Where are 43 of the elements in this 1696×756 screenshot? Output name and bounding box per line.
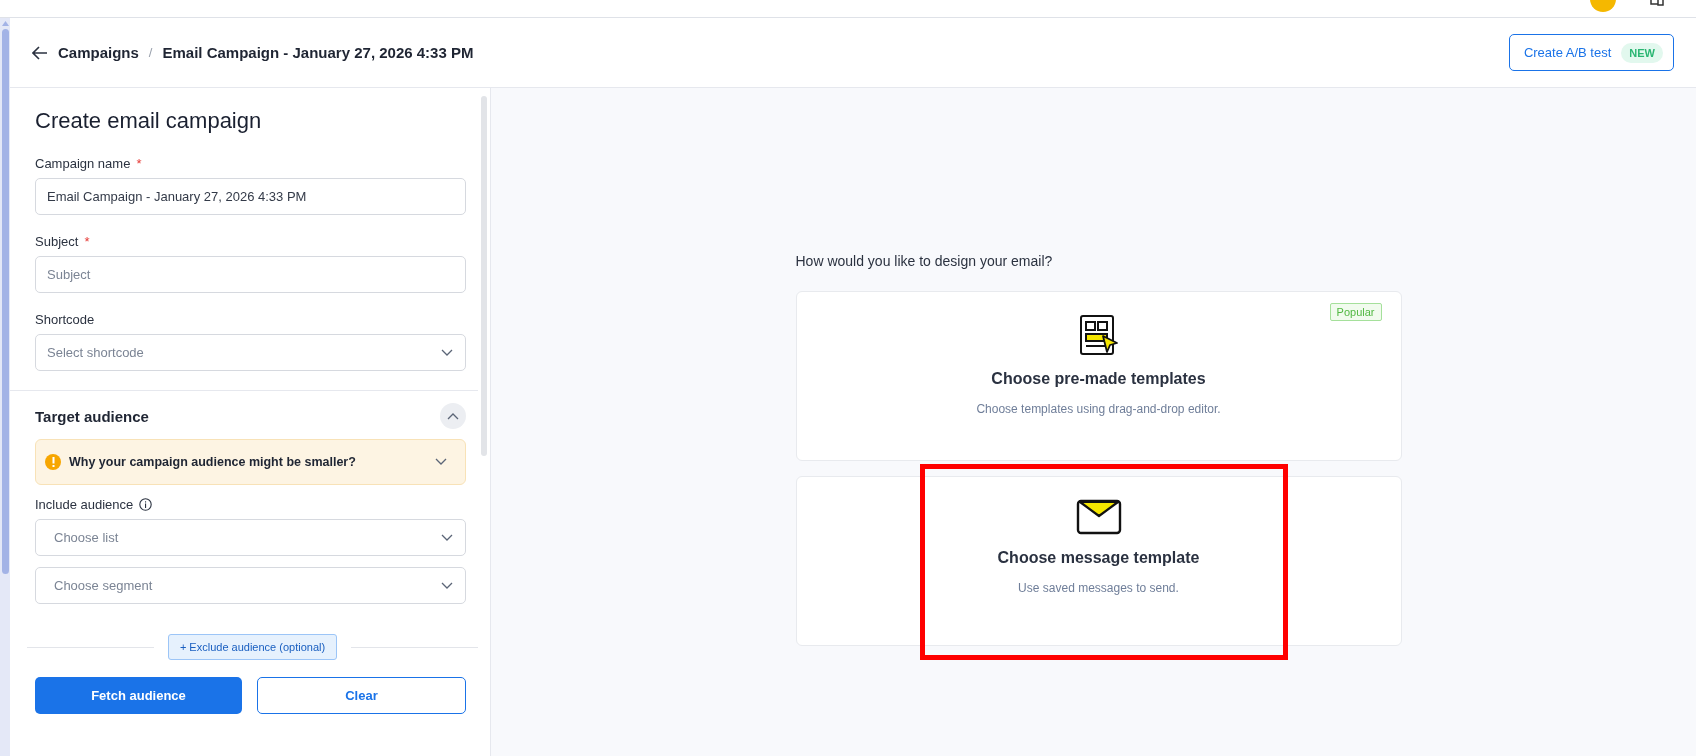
collapse-button[interactable] bbox=[440, 403, 466, 429]
chevron-icon bbox=[435, 458, 447, 466]
chevron-icon bbox=[441, 581, 453, 590]
warning-alert[interactable]: Why your campaign audience might be smaller? bbox=[35, 439, 466, 485]
breadcrumb-link[interactable]: Campaigns bbox=[58, 44, 139, 61]
form-title: Create email campaign bbox=[35, 108, 263, 134]
template-layout-icon bbox=[1078, 314, 1119, 356]
required-mark: * bbox=[136, 156, 142, 171]
scroll-up-icon[interactable] bbox=[1, 21, 9, 26]
section-title: Target audience bbox=[35, 407, 149, 425]
text-field[interactable]: Email Campaign - January 27, 2026 4:33 PM bbox=[35, 178, 466, 215]
popular-badge: Popular bbox=[1329, 303, 1382, 321]
field-label: Campaign name bbox=[35, 156, 131, 171]
envelope-icon bbox=[1075, 499, 1122, 535]
info-icon[interactable] bbox=[139, 498, 153, 511]
fetch-button[interactable]: Fetch audience bbox=[35, 677, 242, 714]
design-option-card[interactable]: Choose pre-made templates Choose templates using drag-and-drop editor. Popular bbox=[795, 291, 1402, 461]
create-ab-test-button[interactable]: Create A/B test NEW bbox=[1508, 34, 1674, 71]
breadcrumb-separator: / bbox=[148, 45, 153, 60]
chevron-icon bbox=[447, 412, 459, 420]
option-title: Choose message template bbox=[997, 549, 1200, 567]
design-option-card[interactable]: Choose message template Use saved messages to send. bbox=[795, 476, 1402, 646]
dropdown-field[interactable]: Choose list bbox=[35, 519, 466, 556]
option-description: Choose templates using drag-and-drop editor. bbox=[976, 402, 1221, 416]
chevron-icon bbox=[441, 533, 453, 542]
required-mark: * bbox=[84, 234, 90, 249]
dropdown-field[interactable]: Choose segment bbox=[35, 567, 466, 604]
field-label: Subject bbox=[35, 234, 79, 249]
exclude-audience-button[interactable]: + Exclude audience (optional) bbox=[167, 634, 338, 660]
breadcrumb-current: Email Campaign - January 27, 2026 4:33 PM bbox=[162, 44, 474, 61]
field-label: Include audience bbox=[35, 497, 134, 512]
chevron-icon bbox=[441, 348, 453, 357]
back-arrow-icon[interactable] bbox=[32, 45, 48, 60]
option-description: Use saved messages to send. bbox=[1018, 581, 1179, 595]
option-title: Choose pre-made templates bbox=[991, 370, 1206, 388]
scrollbar[interactable] bbox=[0, 18, 10, 756]
warning-icon bbox=[45, 454, 61, 470]
question-text: How would you like to design your email? bbox=[795, 253, 1054, 269]
text-field[interactable]: Subject bbox=[35, 256, 466, 293]
field-label: Shortcode bbox=[35, 312, 95, 327]
shortcode-select[interactable]: Select shortcode bbox=[35, 334, 466, 371]
new-badge: NEW bbox=[1621, 42, 1663, 63]
clear-button[interactable]: Clear bbox=[257, 677, 466, 714]
